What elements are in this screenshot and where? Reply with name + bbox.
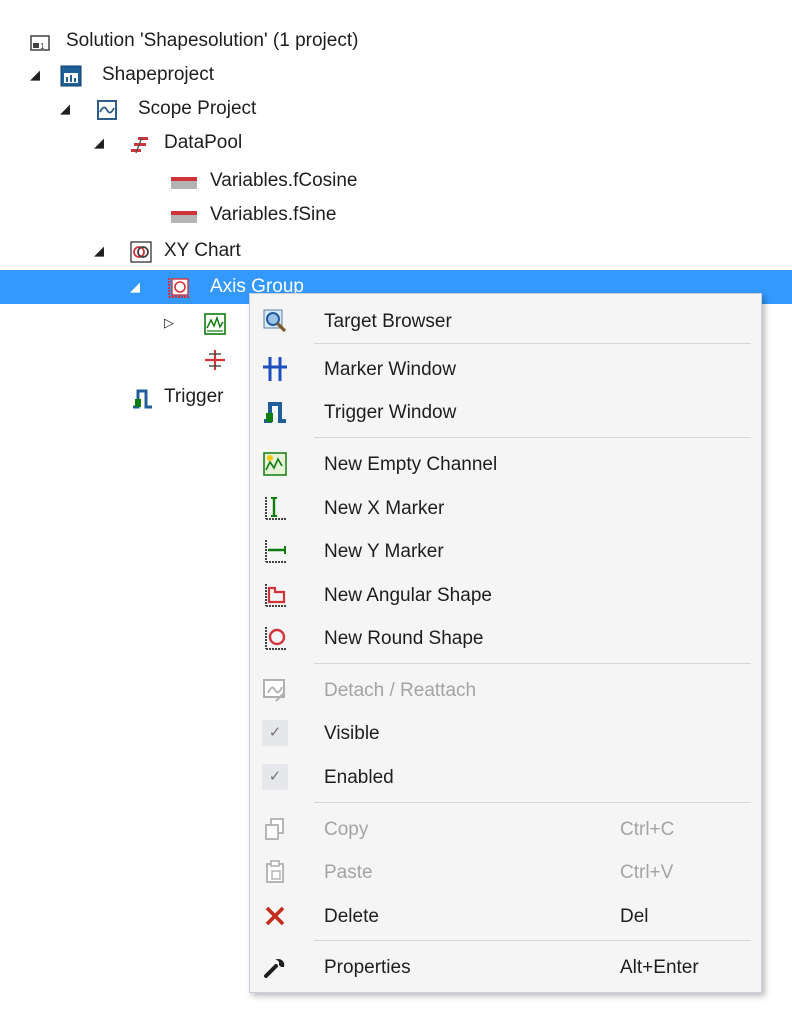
paste-icon: [262, 859, 288, 885]
menu-item-detach-reattach[interactable]: Detach / Reattach: [250, 671, 761, 711]
menu-item-enabled[interactable]: ✓ Enabled: [250, 758, 761, 798]
menu-label: New Angular Shape: [324, 585, 492, 606]
tree-label: Solution 'Shapesolution' (1 project): [66, 30, 359, 51]
tree-label: Trigger: [164, 386, 224, 407]
menu-label: New Empty Channel: [324, 454, 498, 475]
collapse-arrow-icon[interactable]: [162, 306, 176, 340]
menu-separator: [314, 663, 751, 664]
tree-label: Shapeproject: [102, 64, 214, 85]
visible-checkbox: ✓: [262, 720, 288, 746]
menu-label: New X Marker: [324, 498, 445, 519]
menu-item-properties[interactable]: Properties Alt+Enter: [250, 948, 761, 988]
menu-shortcut: Alt+Enter: [620, 957, 699, 978]
menu-item-new-angular-shape[interactable]: New Angular Shape: [250, 576, 761, 616]
new-channel-icon: [262, 451, 288, 477]
tree-label: Scope Project: [138, 98, 257, 119]
menu-label: Paste: [324, 862, 373, 883]
svg-text:1: 1: [40, 42, 45, 51]
checkmark-icon: ✓: [262, 720, 288, 746]
menu-label: Copy: [324, 819, 369, 840]
menu-item-new-x-marker[interactable]: New X Marker: [250, 489, 761, 529]
magnifier-icon: [262, 308, 288, 334]
menu-item-paste[interactable]: Paste Ctrl+V: [250, 853, 761, 893]
menu-separator: [314, 940, 751, 941]
menu-item-marker-window[interactable]: Marker Window: [250, 350, 761, 390]
menu-label: Enabled: [324, 767, 394, 788]
checkmark-icon: ✓: [262, 764, 288, 790]
menu-label: Detach / Reattach: [324, 680, 477, 701]
menu-item-new-empty-channel[interactable]: New Empty Channel: [250, 445, 761, 485]
menu-label: Target Browser: [324, 311, 452, 332]
menu-label: New Round Shape: [324, 628, 484, 649]
context-menu: Target Browser Marker Window Trigger Win…: [249, 293, 762, 993]
tree-label: DataPool: [164, 132, 243, 153]
variable-icon: [170, 205, 197, 225]
trigger-window-icon: [262, 399, 288, 425]
y-marker-icon: [262, 538, 288, 564]
menu-separator: [314, 437, 751, 438]
menu-item-visible[interactable]: ✓ Visible: [250, 714, 761, 754]
channel-icon: [204, 313, 226, 335]
tree-node-variable-fcosine[interactable]: Variables.fCosine: [0, 164, 792, 198]
menu-shortcut: Del: [620, 906, 649, 927]
menu-item-copy[interactable]: Copy Ctrl+C: [250, 810, 761, 850]
datapool-icon: [130, 133, 150, 154]
menu-item-trigger-window[interactable]: Trigger Window: [250, 393, 761, 433]
angular-shape-icon: [262, 582, 288, 608]
project-icon: [60, 65, 82, 87]
tree-node-scope-project[interactable]: Scope Project: [0, 92, 792, 126]
menu-label: Properties: [324, 957, 411, 978]
wrench-icon: [262, 954, 288, 980]
menu-label: New Y Marker: [324, 541, 444, 562]
enabled-checkbox: ✓: [262, 764, 288, 790]
expand-arrow-icon[interactable]: [58, 92, 72, 126]
axis-group-icon: [166, 277, 189, 298]
copy-icon: [262, 816, 288, 842]
menu-item-target-browser[interactable]: Target Browser: [250, 302, 761, 342]
tree-node-solution[interactable]: 1 Solution 'Shapesolution' (1 project): [0, 24, 792, 58]
tree-node-datapool[interactable]: DataPool: [0, 126, 792, 160]
tree-label: Variables.fCosine: [210, 170, 358, 191]
menu-label: Marker Window: [324, 359, 456, 380]
tree-label: Variables.fSine: [210, 204, 337, 225]
menu-separator: [314, 802, 751, 803]
delete-icon: [262, 903, 288, 929]
menu-shortcut: Ctrl+V: [620, 862, 674, 883]
marker-window-icon: [262, 356, 288, 382]
menu-shortcut: Ctrl+C: [620, 819, 675, 840]
menu-label: Trigger Window: [324, 402, 457, 423]
solution-icon: 1: [30, 31, 50, 51]
expand-arrow-icon[interactable]: [92, 126, 106, 160]
menu-item-new-y-marker[interactable]: New Y Marker: [250, 532, 761, 572]
tree-node-variable-fsine[interactable]: Variables.fSine: [0, 198, 792, 232]
menu-label: Delete: [324, 906, 379, 927]
menu-item-delete[interactable]: Delete Del: [250, 897, 761, 937]
marker-icon: [204, 349, 225, 370]
menu-item-new-round-shape[interactable]: New Round Shape: [250, 619, 761, 659]
tree-label: XY Chart: [164, 240, 241, 261]
x-marker-icon: [262, 495, 288, 521]
expand-arrow-icon[interactable]: [128, 270, 142, 304]
menu-separator: [314, 343, 751, 344]
detach-icon: [262, 677, 288, 703]
menu-label: Visible: [324, 723, 380, 744]
tree-node-xy-chart[interactable]: XY Chart: [0, 234, 792, 268]
round-shape-icon: [262, 625, 288, 651]
tree-node-shapeproject[interactable]: Shapeproject: [0, 58, 792, 92]
xy-chart-icon: [130, 241, 152, 263]
scope-project-icon: [96, 99, 117, 120]
expand-arrow-icon[interactable]: [92, 234, 106, 268]
variable-icon: [170, 171, 197, 191]
trigger-icon: [132, 387, 152, 409]
expand-arrow-icon[interactable]: [28, 58, 42, 92]
